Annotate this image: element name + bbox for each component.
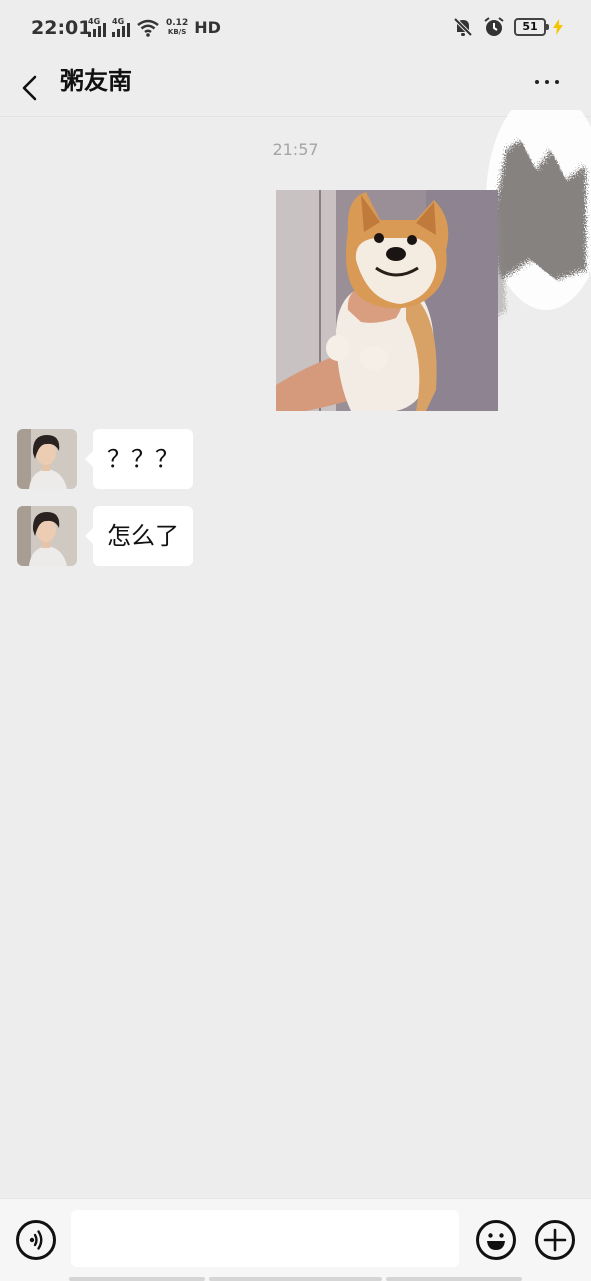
alarm-icon xyxy=(484,17,504,36)
chevron-left-icon xyxy=(22,75,37,101)
avatar-photo xyxy=(17,429,77,489)
received-message-row: ？？？ xyxy=(17,429,193,489)
status-bar: 22:01 4G 4G 0.12 KB/S HD 51 xyxy=(0,0,591,58)
signal-4g-icon: 4G xyxy=(112,16,130,37)
avatar-photo xyxy=(17,506,77,566)
mute-bell-icon xyxy=(453,17,473,37)
contact-avatar[interactable] xyxy=(17,429,77,489)
voice-icon xyxy=(29,1230,43,1250)
more-dots-icon xyxy=(545,80,549,84)
message-input[interactable] xyxy=(71,1210,459,1267)
voice-button[interactable] xyxy=(16,1220,56,1260)
chat-input-bar xyxy=(0,1198,591,1281)
bottom-handle xyxy=(209,1277,382,1281)
status-time: 22:01 xyxy=(31,17,92,39)
more-dots-icon xyxy=(535,80,539,84)
bottom-handle xyxy=(386,1277,522,1281)
plus-icon xyxy=(543,1228,567,1252)
hd-label: HD xyxy=(194,18,221,37)
bottom-handle xyxy=(69,1277,205,1281)
network-label-2: 4G xyxy=(112,16,125,26)
contact-avatar[interactable] xyxy=(17,506,77,566)
message-bubble[interactable]: 怎么了 xyxy=(85,506,193,566)
message-bubble[interactable]: ？？？ xyxy=(85,429,193,489)
network-speed: 0.12 KB/S xyxy=(166,17,189,37)
back-button[interactable] xyxy=(14,66,48,110)
more-dots-icon xyxy=(555,80,559,84)
charging-icon xyxy=(553,19,563,35)
signal-4g-icon: 4G xyxy=(88,16,106,37)
speed-unit: KB/S xyxy=(167,27,187,36)
chat-title: 粥友南 xyxy=(60,67,132,95)
status-right-icons: 51 xyxy=(452,16,563,38)
more-button[interactable] xyxy=(527,72,567,92)
received-message-row: 怎么了 xyxy=(17,506,193,566)
battery-icon: 51 xyxy=(514,18,549,36)
shiba-dog-photo xyxy=(276,190,498,411)
emoji-icon xyxy=(487,1233,505,1250)
network-label-1: 4G xyxy=(88,16,101,26)
speed-value: 0.12 xyxy=(166,17,189,28)
chat-header: 粥友南 xyxy=(0,58,591,117)
emoji-button[interactable] xyxy=(476,1220,516,1260)
wifi-icon xyxy=(137,19,159,37)
message-timestamp: 21:57 xyxy=(272,140,319,159)
status-left-icons: 4G 4G 0.12 KB/S HD xyxy=(88,16,221,37)
plus-button[interactable] xyxy=(535,1220,575,1260)
sent-image-message[interactable] xyxy=(276,190,498,411)
